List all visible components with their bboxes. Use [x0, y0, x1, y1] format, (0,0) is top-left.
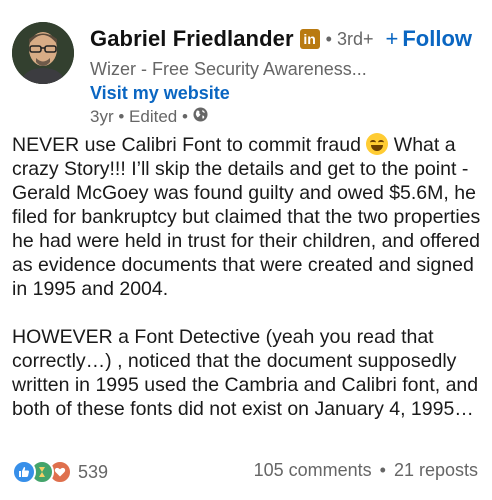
post-text-part: What a crazy Story!!! I’ll skip the deta… [12, 134, 481, 300]
follow-button[interactable]: + Follow [385, 26, 472, 52]
post-text-part: NEVER use Calibri Font to commit fraud [12, 134, 361, 156]
post-age: 3yr [90, 107, 114, 126]
post-paragraph: HOWEVER a Font Detective (yeah you read … [12, 326, 479, 420]
author-avatar[interactable] [12, 22, 74, 84]
follow-label: Follow [402, 26, 472, 51]
visit-website-link[interactable]: Visit my website [90, 83, 230, 104]
stats-separator: • [379, 460, 386, 480]
edited-label: Edited [129, 107, 178, 126]
meta-separator: • [177, 107, 188, 126]
post-meta: 3yr • Edited • [90, 107, 208, 127]
post-paragraph: NEVER use Calibri Font to commit fraud W… [12, 133, 482, 301]
author-headline: Wizer - Free Security Awareness... [90, 59, 367, 79]
meta-separator: • [113, 107, 130, 126]
reaction-count: 539 [78, 461, 109, 482]
globe-icon [193, 107, 208, 127]
author-name[interactable]: Gabriel Friedlander [90, 26, 294, 52]
connection-degree-value: 3rd+ [336, 28, 374, 49]
post-body: NEVER use Calibri Font to commit fraud W… [12, 133, 482, 421]
social-bar: 539 105 comments • 21 reposts [12, 458, 482, 484]
linkedin-badge-icon: in [299, 29, 320, 49]
plus-icon: + [385, 26, 399, 51]
post-header: Gabriel Friedlander in • 3rd+ + Follow Wi… [12, 12, 482, 126]
engagement-stats: 105 comments • 21 reposts [254, 460, 478, 481]
reactions-summary[interactable]: 539 [12, 460, 108, 484]
reposts-link[interactable]: 21 reposts [394, 460, 478, 480]
laughing-emoji-icon [366, 133, 389, 155]
like-icon [12, 460, 36, 484]
avatar-portrait [12, 22, 74, 84]
comments-link[interactable]: 105 comments [254, 460, 372, 480]
connection-degree: • 3rd+ [325, 28, 374, 49]
